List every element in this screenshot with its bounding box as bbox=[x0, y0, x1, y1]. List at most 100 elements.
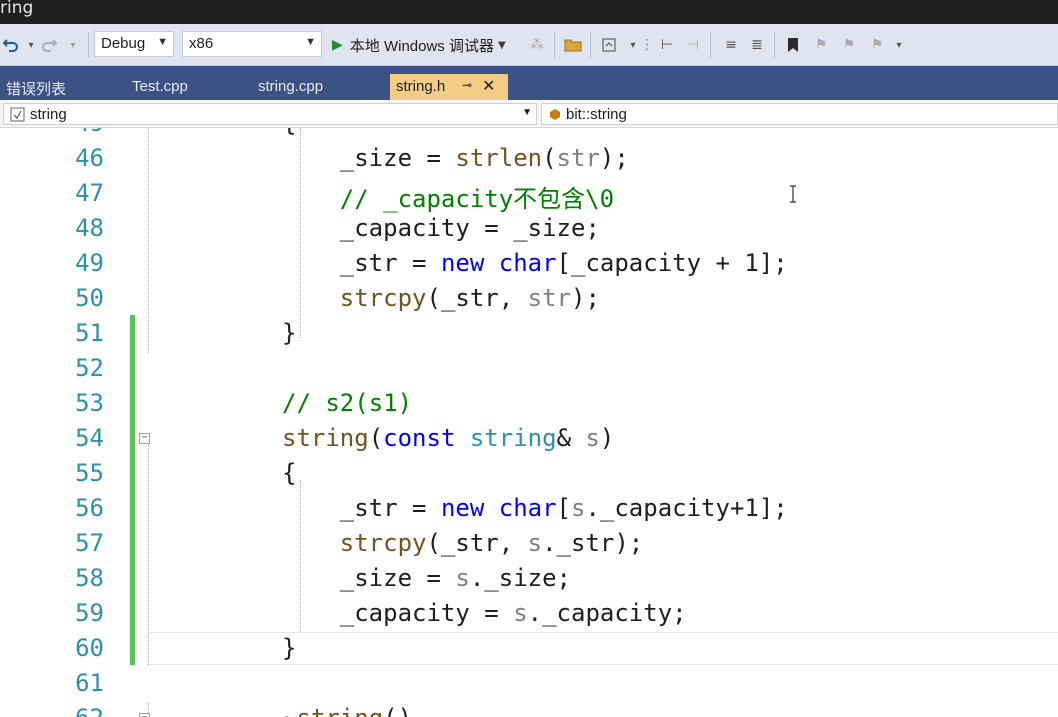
line-number: 48 bbox=[75, 214, 104, 242]
hot-reload-icon[interactable]: ⁂ bbox=[526, 34, 548, 56]
bookmark-icon[interactable] bbox=[782, 34, 804, 56]
file-icon bbox=[10, 107, 25, 122]
line-number: 58 bbox=[75, 564, 104, 592]
code-line[interactable]: 49 _str = new char[_capacity + 1]; bbox=[0, 245, 1058, 280]
redo-dropdown-icon[interactable]: ▾ bbox=[62, 34, 84, 56]
code-line[interactable]: 46 _size = strlen(str); bbox=[0, 140, 1058, 175]
code-token: } bbox=[282, 634, 297, 662]
code-line[interactable]: 54 string(const string& s) bbox=[0, 420, 1058, 455]
code-token: () bbox=[383, 704, 412, 717]
code-token: ( bbox=[368, 424, 384, 452]
scope-dropdown[interactable]: string ▼ bbox=[3, 103, 537, 125]
title-bar: ring bbox=[0, 0, 1058, 24]
start-debugging-label: 本地 Windows 调试器 bbox=[349, 37, 494, 55]
home-icon[interactable] bbox=[598, 34, 620, 56]
scope-value: string bbox=[30, 106, 67, 123]
code-token: & bbox=[556, 424, 586, 452]
redo-icon[interactable] bbox=[38, 34, 60, 56]
code-text: _str = new char[s._capacity+1]; bbox=[340, 494, 788, 522]
line-number: 51 bbox=[75, 319, 104, 347]
code-line[interactable]: 56 _str = new char[s._capacity+1]; bbox=[0, 490, 1058, 525]
tab-string-cpp[interactable]: string.cpp bbox=[252, 74, 386, 100]
member-dropdown[interactable]: bit::string bbox=[541, 103, 1058, 125]
code-token: char bbox=[498, 494, 557, 522]
close-icon[interactable]: ✕ bbox=[482, 76, 495, 96]
code-token: ( bbox=[542, 144, 557, 172]
code-token: } bbox=[282, 319, 297, 347]
code-line[interactable]: 57 strcpy(_str, s._str); bbox=[0, 525, 1058, 560]
folder-icon[interactable] bbox=[562, 34, 584, 56]
tab-string-h[interactable]: string.h ⊸ ✕ bbox=[390, 74, 508, 100]
chevron-down-icon: ▼ bbox=[157, 36, 168, 48]
code-token: . bbox=[585, 494, 600, 522]
indent-icon[interactable]: ⊢ bbox=[656, 34, 678, 56]
code-text: _size = strlen(str); bbox=[340, 144, 629, 172]
code-line[interactable]: 50 strcpy(_str, str); bbox=[0, 280, 1058, 315]
clear-bookmarks-icon[interactable]: ⚑ bbox=[866, 34, 888, 56]
code-token: ( bbox=[426, 529, 441, 557]
code-token: { bbox=[282, 128, 296, 137]
code-line[interactable]: 55 { bbox=[0, 455, 1058, 490]
tab-test-cpp[interactable]: Test.cpp bbox=[126, 74, 250, 100]
code-token: s bbox=[585, 424, 600, 452]
uncomment-icon[interactable]: ≣ bbox=[746, 34, 768, 56]
code-line[interactable]: 52 bbox=[0, 350, 1058, 385]
code-line[interactable]: 53 // s2(s1) bbox=[0, 385, 1058, 420]
code-line[interactable]: 51} bbox=[0, 315, 1058, 350]
code-token: strlen bbox=[455, 144, 543, 172]
code-token: +1]; bbox=[729, 494, 788, 522]
line-number: 59 bbox=[75, 599, 104, 627]
code-line[interactable]: 47 // _capacity不包含\0 bbox=[0, 175, 1058, 213]
code-token: string bbox=[282, 424, 369, 452]
configuration-select[interactable]: Debug ▼ bbox=[94, 31, 174, 57]
code-token: ~ bbox=[282, 704, 296, 717]
previous-bookmark-icon[interactable]: ⚑ bbox=[810, 34, 832, 56]
pin-icon[interactable]: ⊸ bbox=[462, 78, 472, 92]
code-token: _capacity bbox=[571, 249, 702, 277]
code-token: ) bbox=[599, 424, 615, 452]
code-token: _size bbox=[339, 564, 413, 592]
code-line[interactable]: 49 { bbox=[0, 128, 1058, 140]
code-token: . bbox=[542, 529, 557, 557]
platform-select[interactable]: x86 ▼ bbox=[182, 31, 322, 57]
toolbar-separator bbox=[774, 32, 775, 58]
start-debugging-button[interactable]: ▶ 本地 Windows 调试器 ▼ bbox=[332, 24, 506, 66]
line-number: 49 bbox=[40, 128, 104, 137]
code-token: , bbox=[498, 284, 528, 312]
undo-icon[interactable] bbox=[0, 34, 22, 56]
code-token: ; bbox=[585, 214, 600, 242]
window-title: ring bbox=[0, 0, 34, 18]
next-bookmark-icon[interactable]: ⚑ bbox=[838, 34, 860, 56]
code-line[interactable]: 59 _capacity = s._capacity; bbox=[0, 595, 1058, 630]
code-token: = bbox=[397, 494, 441, 522]
line-number: 56 bbox=[75, 494, 104, 522]
code-token: _str bbox=[556, 529, 615, 557]
toolbar-separator bbox=[590, 32, 591, 58]
class-icon bbox=[550, 109, 560, 120]
platform-value: x86 bbox=[189, 35, 214, 52]
code-token: s bbox=[455, 564, 470, 592]
line-number: 49 bbox=[75, 249, 104, 277]
code-line[interactable]: 58 _size = s._size; bbox=[0, 560, 1058, 595]
line-number: 61 bbox=[75, 669, 104, 697]
dotted-column-icon[interactable]: ⋮ bbox=[636, 34, 658, 56]
code-editor[interactable]: − − 49{46_size = strlen(str);47// _capac… bbox=[0, 128, 1058, 717]
code-text: // s2(s1) bbox=[282, 389, 412, 417]
code-token: // s2(s1) bbox=[282, 389, 413, 417]
code-token: ( bbox=[426, 284, 441, 312]
code-line[interactable]: 60} bbox=[0, 630, 1058, 665]
code-line[interactable]: 61 bbox=[0, 665, 1058, 700]
code-text: string(const string& s) bbox=[282, 424, 614, 452]
code-token: ; bbox=[556, 564, 571, 592]
code-line[interactable]: 48 _capacity = _size; bbox=[0, 210, 1058, 245]
code-token: ); bbox=[599, 144, 629, 172]
tab-error-list[interactable]: 错误列表 bbox=[0, 74, 124, 100]
outdent-icon[interactable]: ⊣ bbox=[682, 34, 704, 56]
comment-icon[interactable]: ≡ bbox=[720, 34, 742, 56]
code-line[interactable]: 62 ~string() bbox=[0, 700, 1058, 717]
code-token: string bbox=[296, 704, 383, 717]
code-text: strcpy(_str, s._str); bbox=[340, 529, 643, 557]
toolbar-overflow-icon[interactable]: ▾ bbox=[888, 34, 910, 56]
code-token: = bbox=[412, 144, 456, 172]
